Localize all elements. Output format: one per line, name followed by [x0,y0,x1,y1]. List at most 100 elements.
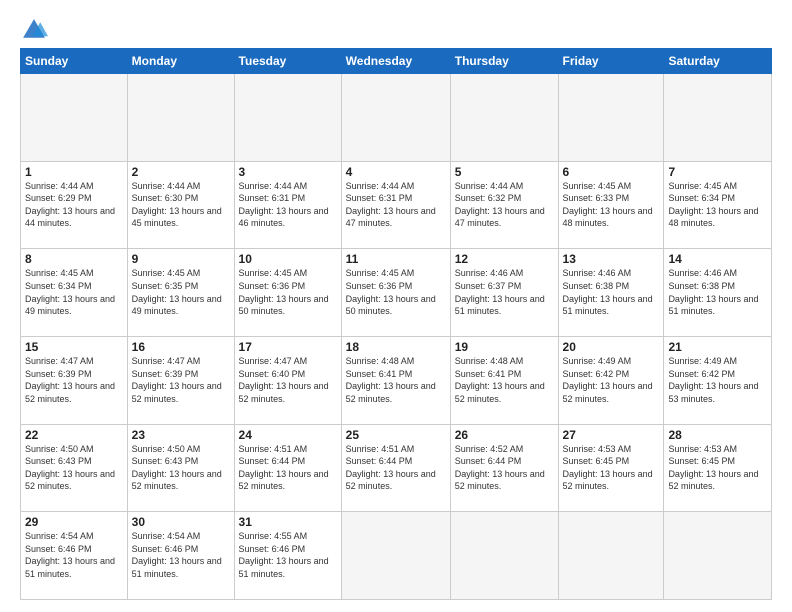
calendar-page: SundayMondayTuesdayWednesdayThursdayFrid… [0,0,792,612]
day-cell [234,74,341,162]
week-row-6: 29 Sunrise: 4:54 AMSunset: 6:46 PMDaylig… [21,512,772,600]
day-cell: 16 Sunrise: 4:47 AMSunset: 6:39 PMDaylig… [127,336,234,424]
day-number: 21 [668,340,767,354]
day-number: 11 [346,252,446,266]
day-cell [341,512,450,600]
col-header-thursday: Thursday [450,49,558,74]
day-cell [558,74,664,162]
day-cell: 25 Sunrise: 4:51 AMSunset: 6:44 PMDaylig… [341,424,450,512]
day-info: Sunrise: 4:44 AMSunset: 6:31 PMDaylight:… [239,180,337,230]
day-cell: 29 Sunrise: 4:54 AMSunset: 6:46 PMDaylig… [21,512,128,600]
day-info: Sunrise: 4:51 AMSunset: 6:44 PMDaylight:… [239,443,337,493]
day-number: 19 [455,340,554,354]
day-number: 4 [346,165,446,179]
day-number: 24 [239,428,337,442]
day-cell [21,74,128,162]
day-number: 12 [455,252,554,266]
col-header-friday: Friday [558,49,664,74]
day-number: 2 [132,165,230,179]
day-cell [341,74,450,162]
col-header-tuesday: Tuesday [234,49,341,74]
day-info: Sunrise: 4:44 AMSunset: 6:30 PMDaylight:… [132,180,230,230]
day-cell: 20 Sunrise: 4:49 AMSunset: 6:42 PMDaylig… [558,336,664,424]
day-info: Sunrise: 4:45 AMSunset: 6:33 PMDaylight:… [563,180,660,230]
day-cell [664,74,772,162]
day-number: 29 [25,515,123,529]
day-number: 14 [668,252,767,266]
day-headers-row: SundayMondayTuesdayWednesdayThursdayFrid… [21,49,772,74]
day-number: 15 [25,340,123,354]
day-info: Sunrise: 4:47 AMSunset: 6:39 PMDaylight:… [25,355,123,405]
day-cell: 7 Sunrise: 4:45 AMSunset: 6:34 PMDayligh… [664,161,772,249]
day-cell: 1 Sunrise: 4:44 AMSunset: 6:29 PMDayligh… [21,161,128,249]
day-number: 8 [25,252,123,266]
day-info: Sunrise: 4:48 AMSunset: 6:41 PMDaylight:… [455,355,554,405]
day-cell: 10 Sunrise: 4:45 AMSunset: 6:36 PMDaylig… [234,249,341,337]
day-cell: 28 Sunrise: 4:53 AMSunset: 6:45 PMDaylig… [664,424,772,512]
day-info: Sunrise: 4:53 AMSunset: 6:45 PMDaylight:… [668,443,767,493]
logo [20,16,50,44]
day-info: Sunrise: 4:55 AMSunset: 6:46 PMDaylight:… [239,530,337,580]
day-cell: 23 Sunrise: 4:50 AMSunset: 6:43 PMDaylig… [127,424,234,512]
day-info: Sunrise: 4:44 AMSunset: 6:29 PMDaylight:… [25,180,123,230]
day-info: Sunrise: 4:48 AMSunset: 6:41 PMDaylight:… [346,355,446,405]
day-number: 13 [563,252,660,266]
day-cell: 30 Sunrise: 4:54 AMSunset: 6:46 PMDaylig… [127,512,234,600]
day-info: Sunrise: 4:45 AMSunset: 6:34 PMDaylight:… [25,267,123,317]
day-cell [450,512,558,600]
day-number: 16 [132,340,230,354]
day-cell: 2 Sunrise: 4:44 AMSunset: 6:30 PMDayligh… [127,161,234,249]
col-header-saturday: Saturday [664,49,772,74]
day-info: Sunrise: 4:54 AMSunset: 6:46 PMDaylight:… [25,530,123,580]
day-info: Sunrise: 4:47 AMSunset: 6:39 PMDaylight:… [132,355,230,405]
day-number: 26 [455,428,554,442]
day-info: Sunrise: 4:46 AMSunset: 6:37 PMDaylight:… [455,267,554,317]
day-cell: 13 Sunrise: 4:46 AMSunset: 6:38 PMDaylig… [558,249,664,337]
day-cell: 15 Sunrise: 4:47 AMSunset: 6:39 PMDaylig… [21,336,128,424]
day-info: Sunrise: 4:50 AMSunset: 6:43 PMDaylight:… [132,443,230,493]
day-info: Sunrise: 4:50 AMSunset: 6:43 PMDaylight:… [25,443,123,493]
week-row-1 [21,74,772,162]
day-number: 3 [239,165,337,179]
day-cell: 31 Sunrise: 4:55 AMSunset: 6:46 PMDaylig… [234,512,341,600]
day-info: Sunrise: 4:49 AMSunset: 6:42 PMDaylight:… [563,355,660,405]
day-cell: 19 Sunrise: 4:48 AMSunset: 6:41 PMDaylig… [450,336,558,424]
day-info: Sunrise: 4:54 AMSunset: 6:46 PMDaylight:… [132,530,230,580]
day-number: 18 [346,340,446,354]
week-row-4: 15 Sunrise: 4:47 AMSunset: 6:39 PMDaylig… [21,336,772,424]
day-info: Sunrise: 4:45 AMSunset: 6:36 PMDaylight:… [346,267,446,317]
col-header-wednesday: Wednesday [341,49,450,74]
day-info: Sunrise: 4:52 AMSunset: 6:44 PMDaylight:… [455,443,554,493]
day-cell: 3 Sunrise: 4:44 AMSunset: 6:31 PMDayligh… [234,161,341,249]
week-row-5: 22 Sunrise: 4:50 AMSunset: 6:43 PMDaylig… [21,424,772,512]
week-row-3: 8 Sunrise: 4:45 AMSunset: 6:34 PMDayligh… [21,249,772,337]
day-cell: 6 Sunrise: 4:45 AMSunset: 6:33 PMDayligh… [558,161,664,249]
day-info: Sunrise: 4:45 AMSunset: 6:34 PMDaylight:… [668,180,767,230]
day-number: 22 [25,428,123,442]
day-cell: 22 Sunrise: 4:50 AMSunset: 6:43 PMDaylig… [21,424,128,512]
day-cell: 24 Sunrise: 4:51 AMSunset: 6:44 PMDaylig… [234,424,341,512]
day-number: 6 [563,165,660,179]
day-info: Sunrise: 4:44 AMSunset: 6:32 PMDaylight:… [455,180,554,230]
day-cell [558,512,664,600]
day-cell: 18 Sunrise: 4:48 AMSunset: 6:41 PMDaylig… [341,336,450,424]
logo-icon [20,16,48,44]
day-info: Sunrise: 4:45 AMSunset: 6:36 PMDaylight:… [239,267,337,317]
day-cell [664,512,772,600]
day-number: 30 [132,515,230,529]
day-info: Sunrise: 4:53 AMSunset: 6:45 PMDaylight:… [563,443,660,493]
day-number: 5 [455,165,554,179]
day-cell: 4 Sunrise: 4:44 AMSunset: 6:31 PMDayligh… [341,161,450,249]
day-number: 10 [239,252,337,266]
day-number: 1 [25,165,123,179]
day-number: 9 [132,252,230,266]
week-row-2: 1 Sunrise: 4:44 AMSunset: 6:29 PMDayligh… [21,161,772,249]
calendar-table: SundayMondayTuesdayWednesdayThursdayFrid… [20,48,772,600]
day-number: 28 [668,428,767,442]
day-info: Sunrise: 4:45 AMSunset: 6:35 PMDaylight:… [132,267,230,317]
day-number: 27 [563,428,660,442]
header [20,16,772,44]
day-cell: 17 Sunrise: 4:47 AMSunset: 6:40 PMDaylig… [234,336,341,424]
col-header-sunday: Sunday [21,49,128,74]
day-number: 23 [132,428,230,442]
